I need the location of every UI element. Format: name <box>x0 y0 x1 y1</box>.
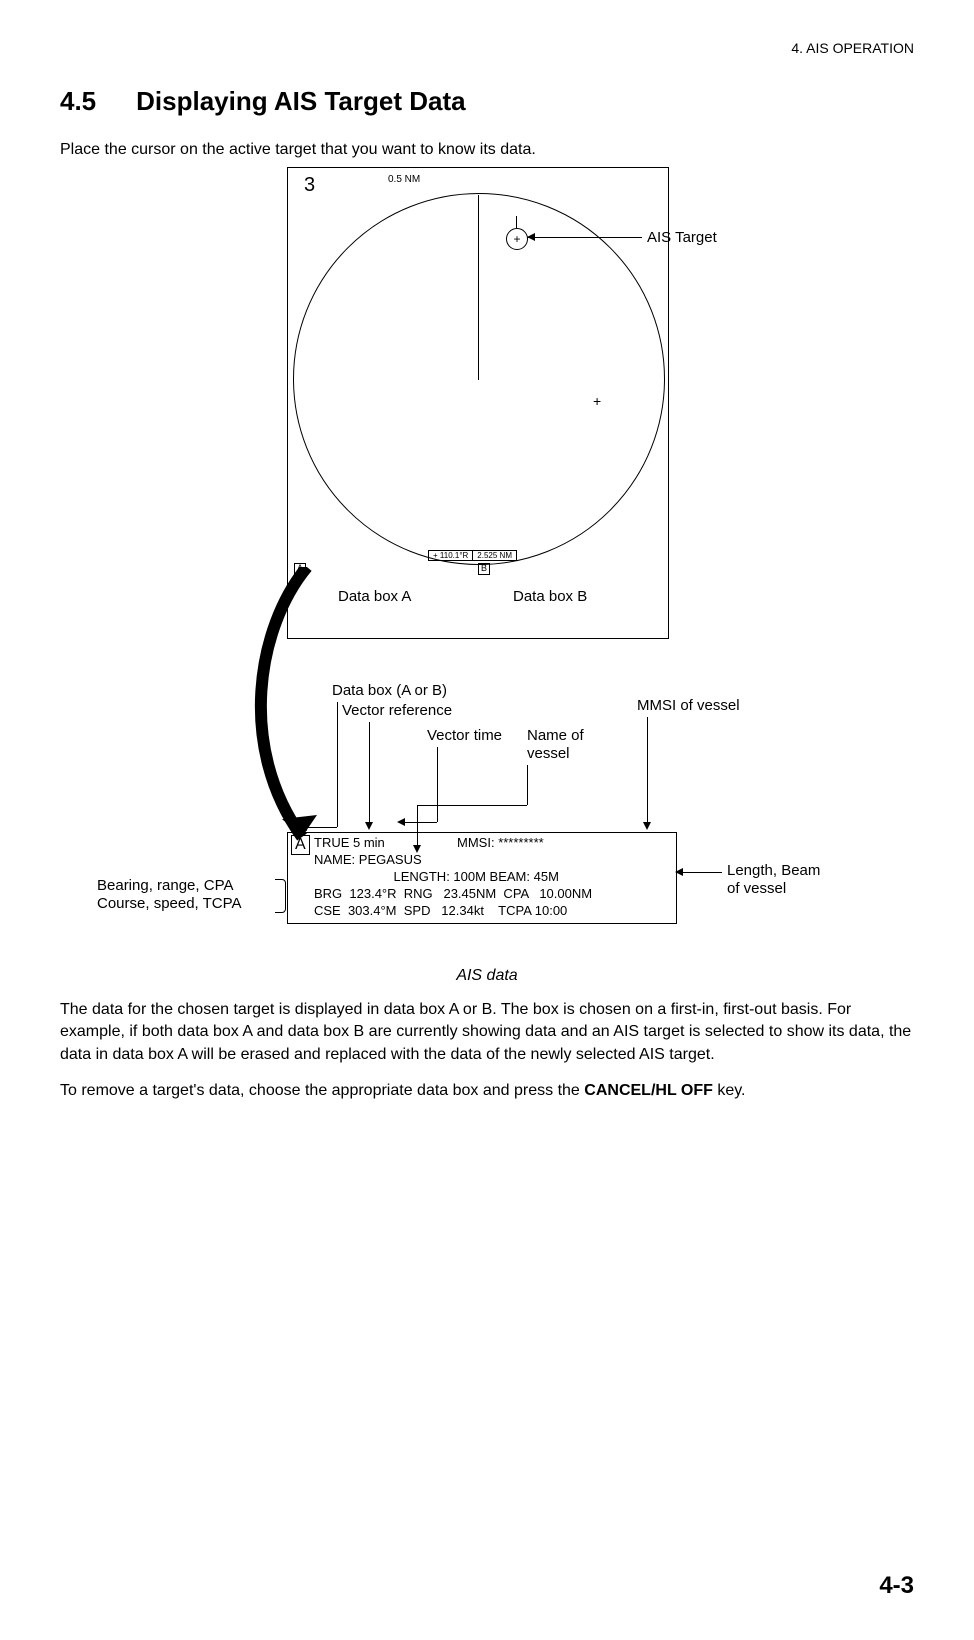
callout-ais-target: AIS Target <box>647 229 717 246</box>
callout-line <box>369 722 370 822</box>
para2-text-a: To remove a target's data, choose the ap… <box>60 1082 584 1099</box>
ais-target-vector <box>516 216 517 228</box>
para2-text-c: key. <box>713 1082 746 1099</box>
arrow-icon <box>643 822 651 830</box>
section-number: 4.5 <box>60 86 96 117</box>
arrow-icon <box>397 818 405 826</box>
callout-length-beam: Length, Beam of vessel <box>727 862 820 898</box>
own-ship-marker: + <box>593 393 601 409</box>
callout-vector-time: Vector time <box>427 727 502 745</box>
body-paragraph-1: The data for the chosen target is displa… <box>60 999 914 1066</box>
callout-line <box>437 747 438 822</box>
data-box-detail-letter: A <box>291 835 310 855</box>
radar-heading-line <box>478 195 479 380</box>
callout-line <box>405 822 437 823</box>
page-number: 4-3 <box>879 1572 914 1600</box>
chapter-header: 4. AIS OPERATION <box>60 40 914 56</box>
figure-caption: AIS data <box>60 967 914 985</box>
callout-line <box>527 765 528 805</box>
radar-bearing-circle <box>293 193 665 565</box>
section-title: 4.5 Displaying AIS Target Data <box>60 86 914 117</box>
arrow-icon <box>365 822 373 830</box>
ais-target-marker: + <box>506 228 528 250</box>
callout-line <box>417 805 527 806</box>
radar-range-unit: 0.5 NM <box>388 174 420 185</box>
callout-line <box>527 237 642 238</box>
radar-range-value: 3 <box>304 174 315 197</box>
cursor-range: 2.525 NM <box>472 551 516 560</box>
callout-vector-reference: Vector reference <box>342 702 452 720</box>
data-box-line-3: LENGTH: 100M BEAM: 45M <box>314 869 672 886</box>
arrow-icon <box>299 823 307 831</box>
callout-line <box>307 827 337 828</box>
callout-bearing-range: Bearing, range, CPA Course, speed, TCPA <box>97 877 242 913</box>
data-box-b-label: Data box B <box>513 588 587 605</box>
data-box-line-1: TRUE 5 min MMSI: ********* <box>314 835 672 852</box>
callout-name-of-vessel: Name of vessel <box>527 727 584 763</box>
cursor-readout: + 110.1°R 2.525 NM <box>428 550 517 561</box>
bracket-icon <box>275 879 286 913</box>
body-paragraph-2: To remove a target's data, choose the ap… <box>60 1080 914 1102</box>
key-name-cancel-hl-off: CANCEL/HL OFF <box>584 1082 713 1099</box>
callout-line <box>682 872 722 873</box>
intro-paragraph: Place the cursor on the active target th… <box>60 141 914 159</box>
cursor-bearing: + 110.1°R <box>429 551 472 560</box>
data-box-line-2: NAME: PEGASUS <box>314 852 672 869</box>
ais-data-figure: 3 0.5 NM + + + 110.1°R 2.525 NM A B Data… <box>107 167 867 957</box>
callout-line <box>337 702 338 827</box>
data-box-detail: A TRUE 5 min MMSI: ********* NAME: PEGAS… <box>287 832 677 924</box>
callout-data-box-ab: Data box (A or B) <box>332 682 447 700</box>
callout-line <box>647 717 648 822</box>
callout-mmsi: MMSI of vessel <box>637 697 740 715</box>
data-box-b-tab: B <box>478 563 490 575</box>
data-box-line-4: BRG 123.4°R RNG 23.45NM CPA 10.00NM <box>314 886 672 903</box>
data-box-line-5: CSE 303.4°M SPD 12.34kt TCPA 10:00 <box>314 903 672 920</box>
section-title-text: Displaying AIS Target Data <box>136 86 465 116</box>
